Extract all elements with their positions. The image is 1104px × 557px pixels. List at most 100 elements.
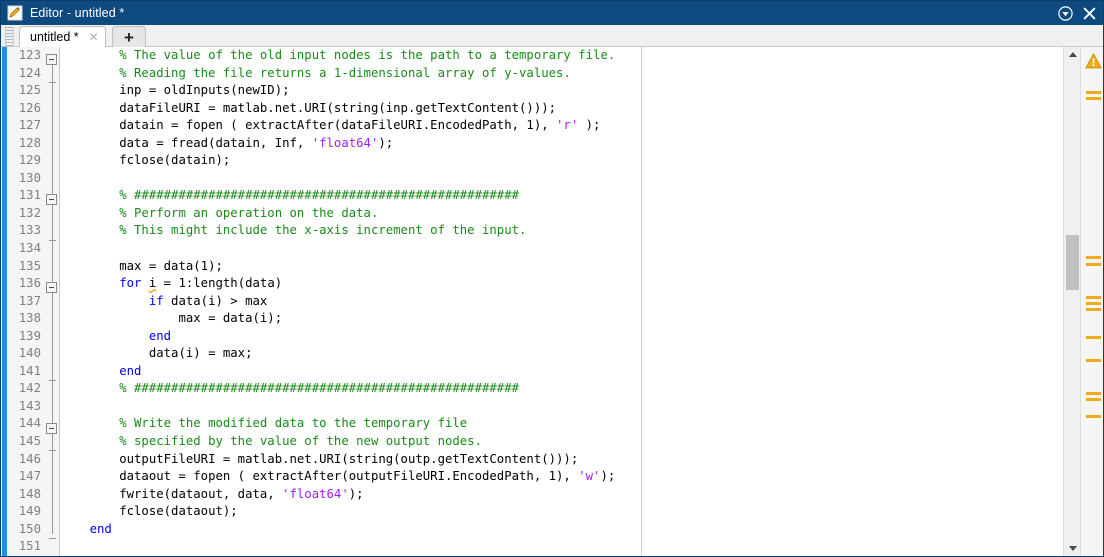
scrollbar-thumb[interactable] [1066,235,1079,290]
tab-bar: untitled * ✕ + [1,25,1103,47]
analyzer-warning-marker[interactable] [1086,97,1101,100]
line-number: 150 [18,521,41,536]
code-text-area[interactable]: % The value of the old input nodes is th… [60,47,1060,556]
line-number: 139 [18,328,41,343]
code-fold-column[interactable] [45,47,59,556]
code-line[interactable]: max = data(i); [60,310,1060,328]
code-line[interactable] [60,398,1060,416]
code-line[interactable]: % Perform an operation on the data. [60,205,1060,223]
code-line[interactable] [60,170,1060,188]
analyzer-warning-marker[interactable] [1086,308,1101,311]
line-number: 149 [18,504,41,519]
code-line[interactable] [60,240,1060,258]
analyzer-warning-marker[interactable] [1086,296,1101,299]
scroll-up-arrow-icon[interactable] [1064,47,1081,62]
code-line[interactable]: if data(i) > max [60,293,1060,311]
line-number: 134 [18,241,41,256]
code-line[interactable]: max = data(1); [60,258,1060,276]
tab-label: untitled * [30,30,79,44]
close-icon[interactable] [1078,2,1100,24]
title-bar: Editor - untitled * [1,1,1103,25]
fold-collapse-box[interactable] [46,54,57,65]
code-token: for [119,276,142,291]
code-token: max = data(1); [60,258,223,273]
editor-pencil-icon [7,5,23,21]
chevron-down-circle-icon[interactable] [1054,2,1076,24]
analyzer-warning-marker[interactable] [1086,256,1101,259]
code-line[interactable]: end [60,328,1060,346]
code-line[interactable]: data = fread(datain, Inf, 'float64'); [60,135,1060,153]
fold-collapse-box[interactable] [46,282,57,294]
code-line[interactable]: fwrite(dataout, data, 'float64'); [60,486,1060,504]
line-number: 129 [18,153,41,168]
code-line[interactable]: dataout = fopen ( extractAfter(outputFil… [60,468,1060,486]
line-number: 127 [18,118,41,133]
code-line[interactable]: fclose(datain); [60,152,1060,170]
line-number: 132 [18,205,41,220]
analyzer-warning-marker[interactable] [1086,336,1101,339]
code-line[interactable]: % This might include the x-axis incremen… [60,222,1060,240]
code-line[interactable]: end [60,521,1060,539]
vertical-scrollbar[interactable] [1063,47,1080,556]
line-number: 130 [18,170,41,185]
warning-triangle-icon[interactable] [1085,53,1102,69]
analyzer-warning-marker[interactable] [1086,398,1101,401]
code-token: % Write the modified data to the tempora… [60,416,468,431]
code-line[interactable]: for i = 1:length(data) [60,275,1060,293]
editor-window: Editor - untitled * untitled * ✕ + 123 12… [0,0,1104,557]
line-number: 148 [18,486,41,501]
line-number: 138 [18,311,41,326]
code-token: end [89,521,112,536]
analyzer-warning-marker[interactable] [1086,415,1101,418]
editor-body: 123 124 125 126 127 128 129 130 131 132 133 134 135 1… [1,47,1103,556]
code-line[interactable]: outputFileURI = matlab.net.URI(string(ou… [60,451,1060,469]
line-number: 135 [18,258,41,273]
scroll-down-arrow-icon[interactable] [1064,541,1081,556]
line-number: 133 [18,223,41,238]
analyzer-warning-marker[interactable] [1086,302,1101,305]
code-line[interactable]: % ######################################… [60,187,1060,205]
code-token: data(i) = max; [60,346,253,361]
line-numbers: 123 124 125 126 127 128 129 130 131 132 133 134 135 1… [7,47,43,556]
line-number: 125 [18,83,41,98]
analyzer-warning-marker[interactable] [1086,392,1101,395]
code-token: ); [600,469,616,484]
code-line[interactable]: inp = oldInputs(newID); [60,82,1060,100]
new-tab-button[interactable]: + [112,26,146,47]
fold-end-tick [49,537,56,539]
code-line[interactable]: data(i) = max; [60,345,1060,363]
code-token: if [148,293,164,308]
tab-untitled[interactable]: untitled * ✕ [19,26,106,47]
analyzer-warning-marker[interactable] [1086,263,1101,266]
code-line[interactable]: % Write the modified data to the tempora… [60,415,1060,433]
line-number: 147 [18,469,41,484]
fold-end-tick [49,379,56,381]
code-line[interactable]: % Reading the file returns a 1-dimension… [60,65,1060,83]
code-token: ); [578,118,601,133]
fold-collapse-box[interactable] [46,194,57,206]
code-token: data(i) > max [163,293,268,308]
code-line[interactable]: % specified by the value of the new outp… [60,433,1060,451]
line-number: 131 [18,188,41,203]
code-line[interactable] [60,538,1060,556]
code-line[interactable]: % ######################################… [60,380,1060,398]
code-line[interactable]: fclose(dataout); [60,503,1060,521]
code-analyzer-gutter[interactable] [1080,47,1103,556]
line-number: 151 [18,539,41,554]
analyzer-warning-marker[interactable] [1086,91,1101,94]
code-token: = 1:length(data) [156,276,283,291]
code-token: end [148,328,172,343]
code-line[interactable]: dataFileURI = matlab.net.URI(string(inp.… [60,100,1060,118]
code-line[interactable]: datain = fopen ( extractAfter(dataFileUR… [60,117,1060,135]
analyzer-warning-marker[interactable] [1086,359,1101,362]
drag-grip-handle[interactable] [5,27,14,46]
tab-close-icon[interactable]: ✕ [87,30,101,44]
fold-collapse-box[interactable] [46,422,57,434]
code-line[interactable]: end [60,363,1060,381]
code-token: 'r' [556,118,579,133]
code-line[interactable]: % The value of the old input nodes is th… [60,47,1060,65]
